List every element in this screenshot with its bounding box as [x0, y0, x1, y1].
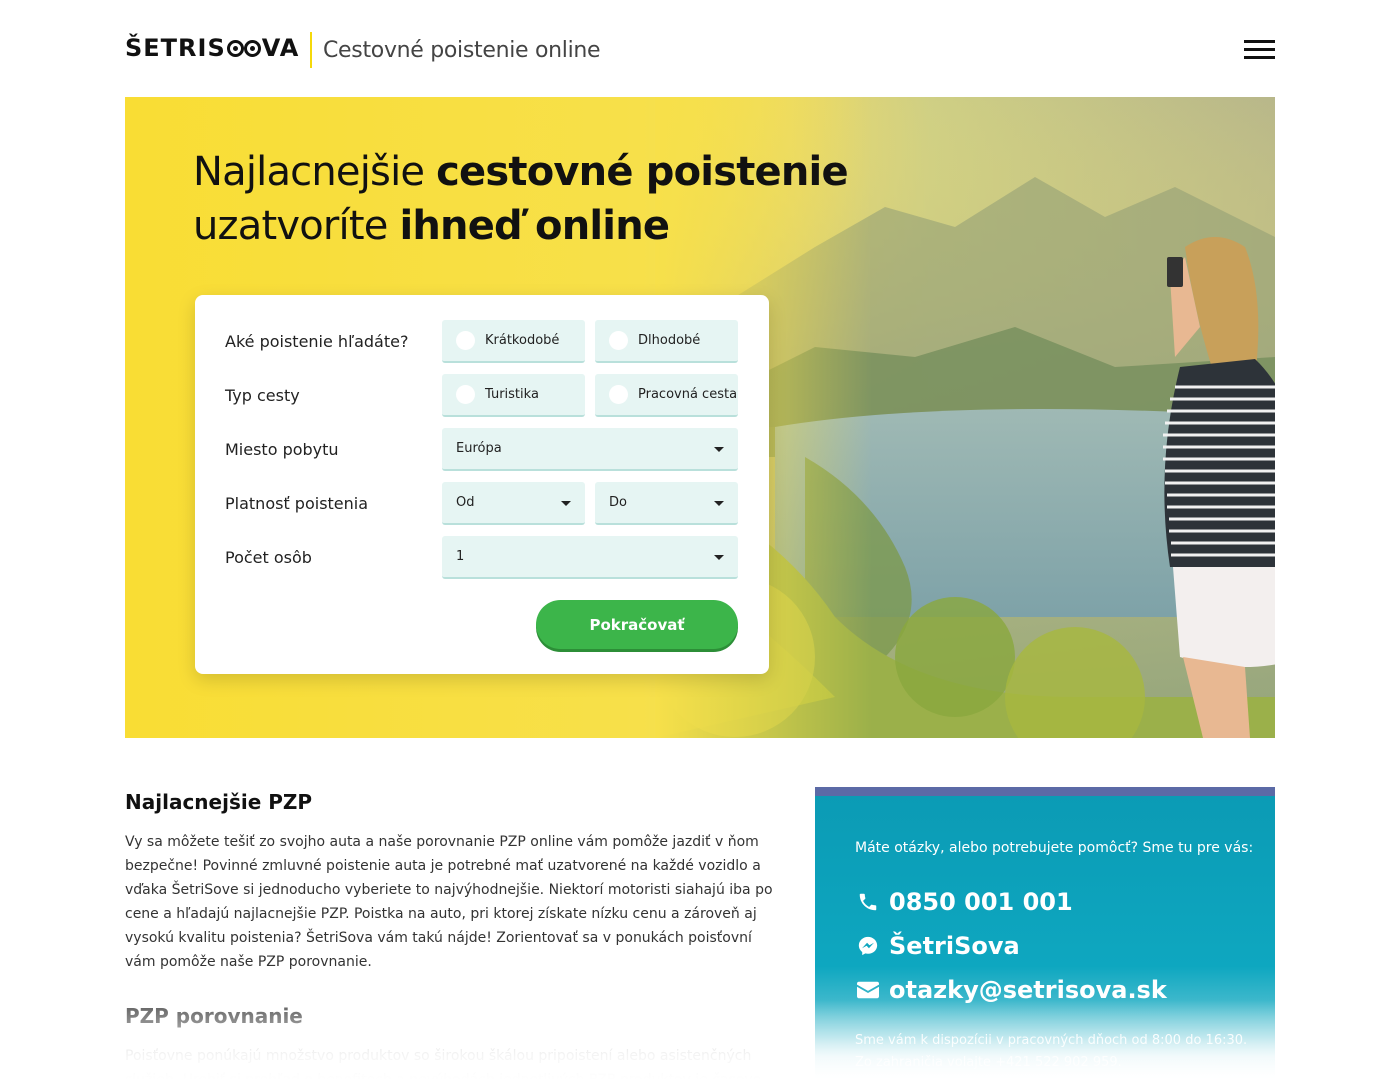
continue-button[interactable]: Pokračovať [536, 600, 738, 649]
radio-circle-icon [456, 385, 475, 404]
hero-title-part2: uzatvoríte [193, 203, 400, 249]
hero-title-part1: Najlacnejšie [193, 149, 437, 195]
option-label: Krátkodobé [485, 333, 560, 348]
hamburger-menu-icon[interactable] [1244, 40, 1275, 60]
validity-to-value: Do [609, 495, 627, 510]
logo[interactable]: ŠETRIS VA [125, 34, 299, 62]
hero-headline: Najlacnejšie cestovné poistenie uzatvorí… [193, 145, 849, 253]
email-address: otazky@setrisova.sk [889, 976, 1167, 1004]
option-label: Pracovná cesta [638, 387, 738, 402]
logo-text-prefix: ŠETRIS [125, 34, 226, 62]
radio-circle-icon [456, 331, 475, 350]
content-heading-pzp-comparison: PZP porovnanie [125, 1004, 303, 1028]
destination-label: Miesto pobytu [225, 440, 339, 459]
validity-to-select[interactable]: Do [595, 482, 738, 525]
option-short-term[interactable]: Krátkodobé [442, 320, 585, 363]
messenger-contact[interactable]: ŠetriSova [855, 932, 1020, 960]
option-tourism[interactable]: Turistika [442, 374, 585, 417]
caret-down-icon [714, 555, 724, 560]
option-business-trip[interactable]: Pracovná cesta [595, 374, 738, 417]
help-question: Máte otázky, alebo potrebujete pomôcť? S… [855, 840, 1254, 856]
insurance-type-label: Aké poistenie hľadáte? [225, 332, 409, 351]
hero-title-bold2: ihneď online [399, 203, 670, 249]
persons-label: Počet osôb [225, 548, 312, 567]
option-label: Dlhodobé [638, 333, 701, 348]
site-tagline: Cestovné poistenie online [323, 38, 601, 63]
radio-circle-icon [609, 331, 628, 350]
persons-value: 1 [456, 549, 465, 564]
destination-value: Európa [456, 441, 502, 456]
logo-text-suffix: VA [261, 34, 300, 62]
caret-down-icon [561, 501, 571, 506]
destination-select[interactable]: Európa [442, 428, 738, 471]
phone-contact[interactable]: 0850 001 001 [855, 888, 1073, 916]
help-note-line2: Zo zahraničia volajte +421 522 902 959. [855, 1055, 1122, 1070]
help-note-line1: Sme vám k dispozícii v pracovných dňoch … [855, 1033, 1248, 1048]
radio-circle-icon [609, 385, 628, 404]
insurance-form-card: Aké poistenie hľadáte? Krátkodobé Dlhodo… [195, 295, 769, 674]
email-contact[interactable]: otazky@setrisova.sk [855, 976, 1167, 1004]
seo-content: Najlacnejšie PZP Vy sa môžete tešiť zo s… [125, 786, 775, 1080]
option-long-term[interactable]: Dlhodobé [595, 320, 738, 363]
hero-banner: Najlacnejšie cestovné poistenie uzatvorí… [125, 97, 1275, 738]
envelope-icon [855, 981, 881, 999]
phone-number: 0850 001 001 [889, 888, 1073, 916]
caret-down-icon [714, 501, 724, 506]
messenger-icon [855, 935, 881, 957]
hero-title-bold1: cestovné poistenie [436, 149, 848, 195]
trip-type-label: Typ cesty [225, 386, 300, 405]
validity-from-select[interactable]: Od [442, 482, 585, 525]
owl-logo-icon [226, 39, 261, 57]
validity-label: Platnosť poistenia [225, 494, 369, 513]
persons-select[interactable]: 1 [442, 536, 738, 579]
validity-from-value: Od [456, 495, 475, 510]
phone-icon [855, 891, 881, 913]
content-paragraph-2: Poisťovne ponúkajú množstvo produktov so… [125, 1048, 762, 1080]
option-label: Turistika [485, 387, 539, 402]
caret-down-icon [714, 447, 724, 452]
site-header: ŠETRIS VA Cestovné poistenie online [125, 28, 1275, 72]
messenger-name: ŠetriSova [889, 932, 1020, 960]
header-divider [310, 32, 312, 68]
help-availability-note: Sme vám k dispozícii v pracovných dňoch … [855, 1030, 1247, 1074]
content-heading-cheapest-pzp: Najlacnejšie PZP [125, 790, 313, 814]
help-contact-box: Máte otázky, alebo potrebujete pomôcť? S… [815, 787, 1275, 1080]
content-paragraph-1: Vy sa môžete tešiť zo svojho auta a naše… [125, 834, 773, 970]
